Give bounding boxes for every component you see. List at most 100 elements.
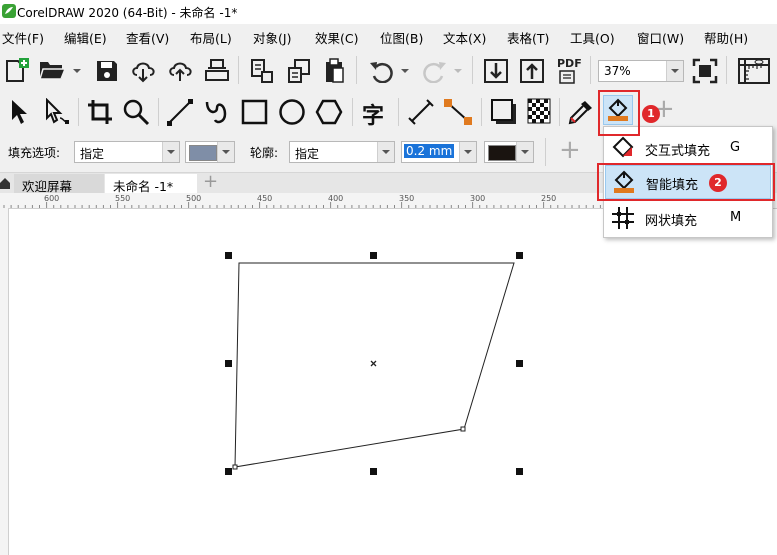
drop-shadow-tool-icon[interactable]: [490, 98, 518, 126]
save-icon[interactable]: [95, 59, 119, 83]
paste-icon[interactable]: [323, 58, 345, 84]
menu-effects[interactable]: 效果(C): [315, 28, 358, 47]
eyedropper-tool-icon[interactable]: [567, 98, 595, 126]
connector-tool-icon[interactable]: [443, 98, 473, 126]
fill-options-label: 填充选项:: [8, 146, 61, 160]
outline-color-swatch: [488, 145, 516, 161]
flyout-label: 交互式填充: [645, 144, 711, 159]
node-handle[interactable]: [232, 464, 238, 470]
shape-tool-icon[interactable]: [40, 98, 70, 126]
menu-help[interactable]: 帮助(H): [704, 28, 748, 47]
redo-dropdown-arrow[interactable]: [454, 69, 462, 73]
artistic-media-tool-icon[interactable]: [203, 98, 231, 126]
redo-icon[interactable]: [420, 59, 448, 83]
polygon-tool-icon[interactable]: [315, 98, 343, 126]
menu-table[interactable]: 表格(T): [507, 28, 549, 47]
export-arrow-icon[interactable]: [519, 58, 545, 84]
fill-mode-value: 指定: [80, 147, 105, 161]
interactive-fill-icon: [612, 136, 634, 158]
open-dropdown-arrow[interactable]: [73, 69, 81, 73]
menu-tools[interactable]: 工具(O): [570, 28, 615, 47]
title-bar: CorelDRAW 2020 (64-Bit) - 未命名 -1*: [0, 0, 777, 24]
coreldraw-logo-icon: [2, 4, 16, 18]
menu-object[interactable]: 对象(J): [253, 28, 291, 47]
outline-width-combo[interactable]: 0.2 mm: [401, 141, 477, 163]
fill-color-swatch: [189, 145, 217, 161]
undo-icon[interactable]: [368, 59, 396, 83]
flyout-item-interactive-fill[interactable]: 交互式填充 G: [605, 131, 771, 165]
fill-mode-dropdown-button[interactable]: [162, 142, 179, 162]
toolbar-separator: [590, 56, 591, 84]
menu-edit[interactable]: 编辑(E): [64, 28, 107, 47]
open-folder-icon[interactable]: [38, 58, 68, 82]
drawing-canvas[interactable]: [9, 209, 777, 555]
toolbox-separator: [481, 98, 482, 126]
toolbar-separator: [356, 56, 357, 84]
outline-mode-dropdown-button[interactable]: [377, 142, 394, 162]
window-title: CorelDRAW 2020 (64-Bit) - 未命名 -1*: [17, 6, 238, 20]
propbar-separator: [545, 138, 546, 166]
text-tool[interactable]: 字: [362, 98, 384, 130]
menu-bitmap[interactable]: 位图(B): [380, 28, 423, 47]
toolbar-separator: [238, 56, 239, 84]
dimension-tool-icon[interactable]: [407, 98, 435, 126]
outline-mode-value: 指定: [295, 147, 320, 161]
cloud-upload-icon[interactable]: [167, 59, 195, 83]
export-icon[interactable]: [287, 58, 311, 84]
menu-window[interactable]: 窗口(W): [637, 28, 684, 47]
tab-welcome-screen[interactable]: 欢迎屏幕: [14, 174, 104, 194]
new-document-icon[interactable]: [4, 57, 32, 83]
pick-tool-icon[interactable]: [9, 98, 31, 126]
menu-text[interactable]: 文本(X): [443, 28, 486, 47]
full-screen-icon[interactable]: [692, 58, 718, 84]
node-handle[interactable]: [460, 426, 466, 432]
flyout-shortcut: M: [730, 210, 742, 225]
rectangle-tool-icon[interactable]: [241, 98, 269, 126]
zoom-level-value: 37%: [604, 64, 631, 78]
fill-color-dropdown-button[interactable]: [217, 142, 234, 162]
outline-width-value: 0.2 mm: [404, 144, 455, 158]
fill-mode-combo[interactable]: 指定: [74, 141, 180, 163]
step-badge-1: 1: [642, 105, 660, 123]
outline-width-dropdown-button[interactable]: [459, 142, 476, 162]
flyout-shortcut: G: [730, 140, 741, 155]
freehand-tool-icon[interactable]: [166, 98, 194, 126]
step-badge-2: 2: [709, 174, 727, 192]
ellipse-tool-icon[interactable]: [278, 98, 306, 126]
tab-document[interactable]: 未命名 -1*: [105, 174, 197, 194]
toolbox-separator: [352, 98, 353, 126]
undo-dropdown-arrow[interactable]: [401, 69, 409, 73]
rulers-options-icon[interactable]: [737, 57, 773, 85]
crop-tool-icon[interactable]: [86, 98, 114, 126]
import-arrow-icon[interactable]: [483, 58, 509, 84]
print-icon[interactable]: [204, 58, 230, 82]
mesh-fill-icon: [612, 207, 634, 229]
flyout-item-mesh-fill[interactable]: 网状填充 M: [605, 201, 771, 235]
vertical-ruler[interactable]: [0, 208, 9, 555]
outline-label: 轮廓:: [250, 146, 279, 160]
menu-layout[interactable]: 布局(L): [190, 28, 232, 47]
fill-color-picker[interactable]: [185, 141, 235, 163]
toolbox-separator: [398, 98, 399, 126]
zoom-level-combo[interactable]: 37%: [598, 60, 684, 82]
toolbar-separator: [472, 56, 473, 84]
new-tab-icon[interactable]: +: [203, 171, 218, 192]
standard-toolbar: PDF 37%: [0, 48, 777, 92]
outline-color-picker[interactable]: [484, 141, 534, 163]
transparency-tool-icon[interactable]: [527, 98, 551, 124]
center-marker-icon: [370, 360, 377, 367]
toolbar-separator: [726, 56, 727, 84]
outline-color-dropdown-button[interactable]: [516, 142, 533, 162]
home-icon[interactable]: [0, 177, 10, 189]
outline-mode-combo[interactable]: 指定: [289, 141, 395, 163]
zoom-dropdown-button[interactable]: [666, 61, 683, 81]
cloud-download-icon[interactable]: [130, 59, 158, 83]
import-icon[interactable]: [250, 58, 274, 84]
zoom-tool-icon[interactable]: [122, 98, 150, 126]
publish-pdf-button[interactable]: PDF: [556, 57, 584, 85]
menu-view[interactable]: 查看(V): [126, 28, 169, 47]
menu-file[interactable]: 文件(F): [2, 28, 44, 47]
menu-bar: 文件(F) 编辑(E) 查看(V) 布局(L) 对象(J) 效果(C) 位图(B…: [0, 24, 777, 48]
add-property-icon[interactable]: +: [559, 135, 581, 165]
flyout-label: 网状填充: [645, 214, 698, 229]
